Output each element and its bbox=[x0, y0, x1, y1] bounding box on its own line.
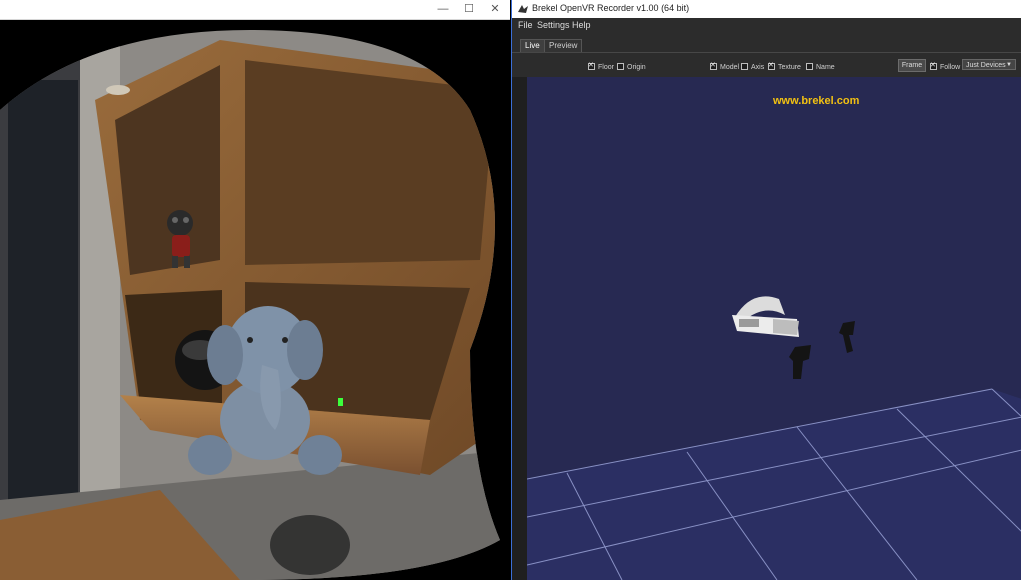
origin-toggle[interactable]: Origin bbox=[617, 63, 646, 72]
floor-plane bbox=[527, 389, 1021, 580]
follow-checkbox[interactable] bbox=[930, 61, 937, 70]
controller-model-right bbox=[839, 321, 855, 353]
model-toggle[interactable]: Model bbox=[710, 61, 740, 72]
brekel-app-icon bbox=[518, 5, 528, 13]
maximize-button[interactable]: ☐ bbox=[456, 0, 482, 19]
menu-settings[interactable]: Settings bbox=[537, 20, 570, 30]
texture-toggle[interactable]: Texture bbox=[768, 61, 801, 72]
model-label: Model bbox=[720, 64, 740, 71]
3d-viewport[interactable]: www.brekel.com bbox=[527, 77, 1021, 580]
vr-headset-view bbox=[0, 20, 510, 580]
menu-file[interactable]: File bbox=[518, 20, 533, 30]
axis-label: Axis bbox=[751, 64, 765, 71]
mirror-titlebar: — ☐ ✕ bbox=[0, 0, 510, 20]
origin-checkbox[interactable] bbox=[617, 63, 624, 70]
follow-label: Follow bbox=[940, 64, 961, 71]
follow-toggle[interactable]: Follow bbox=[930, 61, 961, 72]
axis-toggle[interactable]: Axis bbox=[741, 63, 764, 72]
frame-button[interactable]: Frame bbox=[898, 59, 926, 72]
headset-model bbox=[732, 296, 799, 337]
device-filter-dropdown[interactable]: Just Devices ▼ bbox=[962, 59, 1016, 70]
chevron-down-icon: ▼ bbox=[1006, 62, 1012, 68]
floor-label: Floor bbox=[598, 64, 614, 71]
menu-help[interactable]: Help bbox=[572, 20, 591, 30]
scene-render bbox=[527, 296, 1021, 580]
brekel-recorder-window: Brekel OpenVR Recorder v1.00 (64 bit) Fi… bbox=[511, 0, 1021, 580]
model-checkbox[interactable] bbox=[710, 61, 717, 70]
texture-checkbox[interactable] bbox=[768, 61, 775, 70]
tab-bar: Live Preview bbox=[512, 34, 1021, 52]
vr-mirror-window: — ☐ ✕ bbox=[0, 0, 510, 580]
close-button[interactable]: ✕ bbox=[482, 0, 508, 19]
tab-live[interactable]: Live bbox=[520, 39, 545, 52]
name-toggle[interactable]: Name bbox=[806, 63, 835, 72]
floor-toggle[interactable]: Floor bbox=[588, 61, 614, 72]
name-checkbox[interactable] bbox=[806, 63, 813, 70]
device-filter-value: Just Devices bbox=[966, 62, 1006, 69]
door-glass bbox=[8, 80, 78, 540]
minimize-button[interactable]: — bbox=[430, 0, 456, 19]
floor-checkbox[interactable] bbox=[588, 61, 595, 70]
controller-model-left bbox=[789, 345, 811, 379]
origin-label: Origin bbox=[627, 64, 646, 71]
texture-label: Texture bbox=[778, 64, 801, 71]
tab-preview[interactable]: Preview bbox=[544, 39, 583, 52]
window-title: Brekel OpenVR Recorder v1.00 (64 bit) bbox=[532, 3, 690, 13]
axis-checkbox[interactable] bbox=[741, 63, 748, 70]
tracker-dot bbox=[338, 398, 343, 406]
plush-shadow bbox=[270, 515, 350, 575]
menu-bar: File Settings Help bbox=[512, 18, 1021, 34]
name-label: Name bbox=[816, 64, 835, 71]
app-titlebar: Brekel OpenVR Recorder v1.00 (64 bit) bbox=[512, 0, 1021, 18]
